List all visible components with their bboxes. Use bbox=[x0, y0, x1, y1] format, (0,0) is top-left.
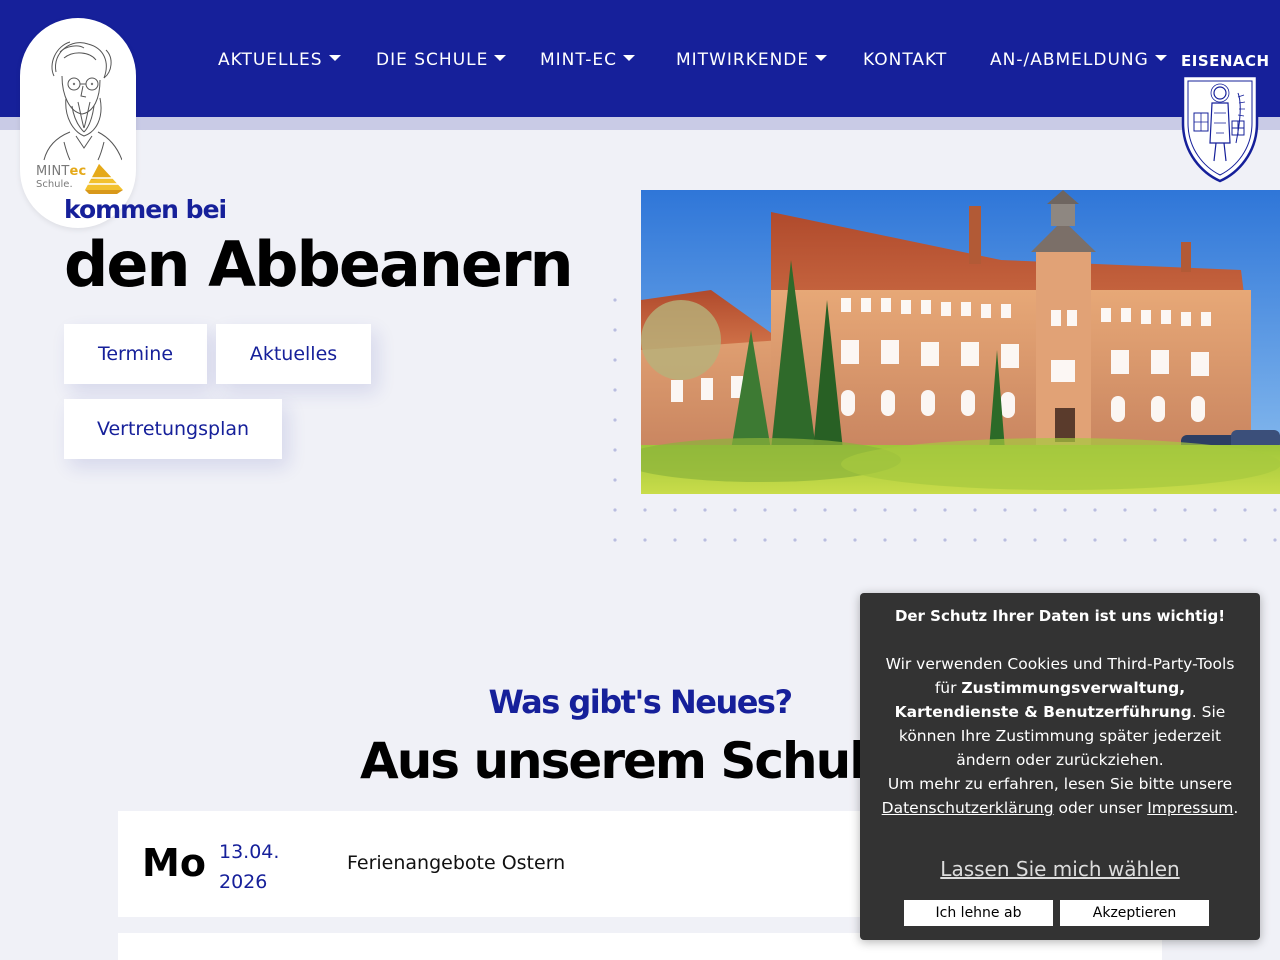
accept-cookies-button[interactable]: Akzeptieren bbox=[1060, 900, 1209, 926]
hero-title: den Abbeanern bbox=[64, 228, 574, 301]
nav-item-an-abmeldung[interactable]: AN-/ABMELDUNG bbox=[990, 50, 1167, 70]
event-title[interactable]: Ferienangebote Ostern bbox=[347, 852, 565, 874]
nav-item-label: KONTAKT bbox=[863, 50, 948, 70]
chevron-down-icon bbox=[815, 55, 828, 61]
event-date-day-month: 13.04. bbox=[219, 841, 280, 863]
hero-kicker: kommen bei bbox=[64, 195, 227, 224]
chevron-down-icon bbox=[1154, 55, 1167, 61]
chevron-down-icon bbox=[328, 55, 341, 61]
nav-item-die-schule[interactable]: DIE SCHULE bbox=[376, 50, 507, 70]
nav-item-mint-ec[interactable]: MINT-EC bbox=[540, 50, 635, 70]
header-shadow-strip bbox=[0, 117, 1280, 130]
event-date-year: 2026 bbox=[219, 871, 268, 893]
nav-item-label: AN-/ABMELDUNG bbox=[990, 50, 1149, 70]
chevron-down-icon bbox=[494, 55, 507, 61]
mint-ec-pyramid-icon bbox=[85, 164, 123, 194]
cookie-description: Wir verwenden Cookies und Third-Party-To… bbox=[876, 652, 1244, 772]
imprint-link[interactable]: Impressum bbox=[1147, 799, 1233, 817]
reject-cookies-button[interactable]: Ich lehne ab bbox=[904, 900, 1053, 926]
customize-cookies-link[interactable]: Lassen Sie mich wählen bbox=[860, 857, 1260, 881]
vertretungsplan-button[interactable]: Vertretungsplan bbox=[64, 399, 282, 459]
city-label: EISENACH bbox=[1181, 52, 1270, 70]
privacy-policy-link[interactable]: Datenschutzerklärung bbox=[882, 799, 1054, 817]
termine-button[interactable]: Termine bbox=[64, 324, 207, 384]
school-building-image bbox=[641, 190, 1280, 494]
mint-text: MINT bbox=[36, 164, 70, 179]
portrait-sketch-icon bbox=[43, 41, 122, 161]
chevron-down-icon bbox=[622, 55, 635, 61]
event-weekday: Mo bbox=[142, 841, 206, 885]
cookie-text: Um mehr zu erfahren, lesen Sie bitte uns… bbox=[887, 775, 1233, 793]
nav-item-label: DIE SCHULE bbox=[376, 50, 489, 70]
nav-item-label: MITWIRKENDE bbox=[676, 50, 810, 70]
news-title: Aus unserem Schulleb bbox=[360, 732, 947, 790]
cookie-text: . bbox=[1233, 799, 1239, 817]
main-navigation: AKTUELLES DIE SCHULE MINT-EC MITWIRKENDE… bbox=[0, 0, 1280, 117]
aktuelles-button[interactable]: Aktuelles bbox=[216, 324, 371, 384]
nav-item-mitwirkende[interactable]: MITWIRKENDE bbox=[676, 50, 828, 70]
cookie-more-info: Um mehr zu erfahren, lesen Sie bitte uns… bbox=[876, 772, 1244, 820]
mint-ec-wordmark: MINTec bbox=[36, 164, 86, 179]
nav-item-aktuelles[interactable]: AKTUELLES bbox=[218, 50, 341, 70]
nav-item-label: AKTUELLES bbox=[218, 50, 323, 70]
mint-ec-subtitle: Schule. bbox=[36, 179, 73, 190]
school-building-photo bbox=[641, 190, 1280, 494]
cookie-heading: Der Schutz Ihrer Daten ist uns wichtig! bbox=[894, 607, 1226, 625]
nav-item-kontakt[interactable]: KONTAKT bbox=[863, 50, 947, 70]
cookie-consent-dialog: Der Schutz Ihrer Daten ist uns wichtig! … bbox=[860, 593, 1260, 940]
event-date: 13.04. 2026 bbox=[219, 837, 279, 897]
nav-item-label: MINT-EC bbox=[540, 50, 617, 70]
eisenach-crest-icon[interactable] bbox=[1180, 73, 1260, 183]
cookie-text: oder unser bbox=[1053, 799, 1148, 817]
